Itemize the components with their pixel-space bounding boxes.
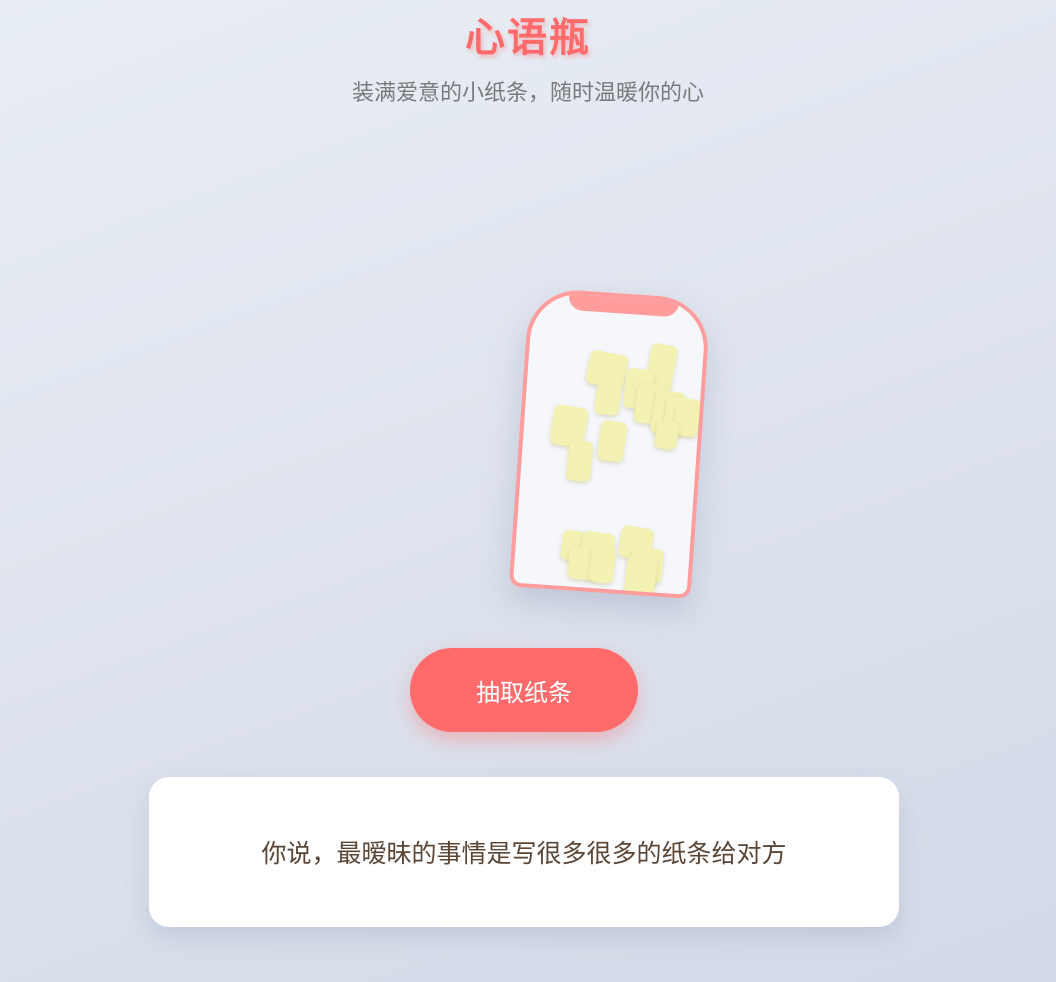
paper-note (596, 419, 628, 463)
jar-body (508, 287, 712, 599)
jar-lid (568, 289, 680, 318)
paper-note (623, 553, 659, 598)
paper-note (653, 419, 680, 451)
paper-note (594, 379, 623, 417)
message-card: 你说，最暧昧的事情是写很多很多的纸条给对方 (149, 777, 899, 927)
draw-note-button[interactable]: 抽取纸条 (410, 648, 638, 732)
app-subtitle: 装满爱意的小纸条，随时温暖你的心 (351, 81, 704, 106)
paper-note (565, 439, 594, 483)
message-text: 你说，最暧昧的事情是写很多很多的纸条给对方 (261, 839, 787, 868)
app-title: 心语瓶 (465, 15, 591, 61)
paper-note (588, 545, 617, 585)
love-jar[interactable] (508, 287, 712, 599)
